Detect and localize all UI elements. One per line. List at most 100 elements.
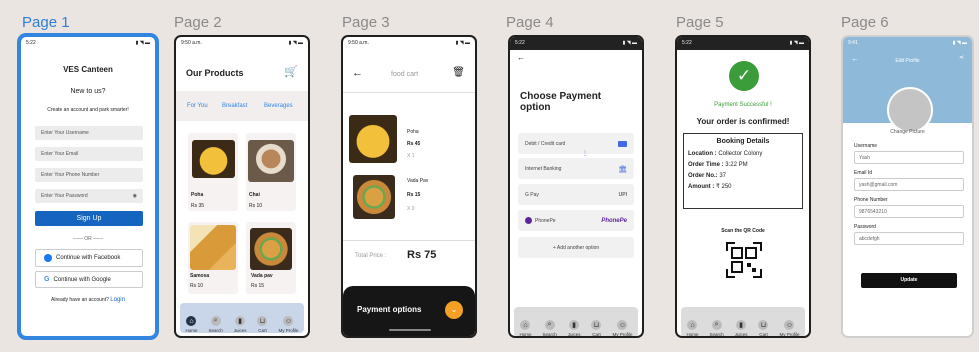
nav-cart[interactable]: ⊔ Cart <box>591 320 602 336</box>
status-time: 9:41 <box>848 40 858 46</box>
google-button[interactable]: G Continue with Google <box>35 271 143 288</box>
detail-key: Amount : <box>688 184 715 190</box>
frame-page-4[interactable]: 5:22 ▮ ◥ ▬ ← Choose Payment option Debit … <box>508 35 644 338</box>
cart-item-qty[interactable]: X 0 <box>407 206 415 212</box>
eye-icon[interactable]: ◉ <box>133 193 137 199</box>
product-price: Rs 10 <box>249 203 263 209</box>
back-arrow-icon[interactable]: ← <box>352 67 363 79</box>
status-icons: ▮ ◥ ▬ <box>135 40 150 46</box>
username-field[interactable]: Enter Your Username <box>35 126 143 140</box>
frame-page-3[interactable]: 9:50 a.m. ▮ ◥ ▬ ← food cart 🗑 Poha Rs 45 … <box>341 35 477 338</box>
phone-input[interactable]: 9876543210 <box>854 205 964 218</box>
payment-option-gpay[interactable]: G Pay UPI <box>518 184 634 205</box>
payment-option-netbanking[interactable]: Internet Banking 🏛 <box>518 158 634 179</box>
vadapav-image <box>353 175 395 219</box>
password-field[interactable]: Enter Your Password ◉ <box>35 189 143 203</box>
frame-page-1[interactable]: 5:22 ▮ ◥ ▬ VES Canteen New to us? Create … <box>19 35 157 338</box>
change-picture-link[interactable]: Change Picture <box>843 129 972 135</box>
booking-details-title: Booking Details <box>716 138 770 145</box>
option-label: PhonePe <box>535 217 556 224</box>
cart-icon: ⊔ <box>758 320 769 330</box>
payment-option-phonepe[interactable]: PhonePe PhonePe <box>518 210 634 231</box>
nav-cart[interactable]: ⊔ Cart <box>758 320 769 336</box>
nav-label: Home <box>185 328 198 333</box>
cart-icon[interactable]: 🛒 <box>284 65 298 78</box>
product-name: Poha <box>191 192 204 198</box>
status-time: 5:22 <box>26 40 36 46</box>
detail-value: Collector Colony <box>718 151 763 157</box>
order-confirmed-text: Your order is confirmed! <box>696 117 790 126</box>
status-icons: ▮ ◥ ▬ <box>789 40 804 46</box>
nav-home[interactable]: ⌂ Home <box>519 320 532 336</box>
back-arrow-icon[interactable]: ← <box>517 53 525 62</box>
trash-icon[interactable]: 🗑 <box>452 67 465 78</box>
nav-cart[interactable]: ⊔ Cart <box>257 316 268 333</box>
field-label: Phone Number <box>854 197 888 203</box>
page-label-1: Page 1 <box>22 14 70 31</box>
phonepe-logo: PhonePe <box>601 217 627 224</box>
tab-for-you[interactable]: For You <box>187 103 208 109</box>
add-payment-option[interactable]: + Add another option <box>518 237 634 258</box>
signup-tagline: Create an account and park smarter! <box>47 107 129 113</box>
nav-home[interactable]: ⌂ Home <box>686 320 699 336</box>
nav-label: Juices <box>567 332 581 337</box>
total-value: Rs 75 <box>407 249 437 261</box>
page-label-6: Page 6 <box>841 14 889 31</box>
poha-image <box>192 140 235 178</box>
phone-field[interactable]: Enter Your Phone Number <box>35 168 143 182</box>
detail-value: 37 <box>719 173 727 179</box>
avatar[interactable] <box>887 87 933 133</box>
detail-row: Order No.: 37 <box>688 171 802 182</box>
cart-item-price: Rs 45 <box>407 141 421 147</box>
cart-item-qty[interactable]: X 1 <box>407 153 415 159</box>
google-label: Continue with Google <box>53 276 111 283</box>
share-icon[interactable]: ⋖ <box>959 54 964 61</box>
payment-options-label[interactable]: Payment options <box>357 305 421 314</box>
status-time: 9:50 a.m. <box>348 40 369 46</box>
detail-key: Order No.: <box>688 173 718 179</box>
nav-search[interactable]: ⌕ Search <box>709 320 724 336</box>
or-divider: —— OR —— <box>72 236 104 242</box>
profile-icon: ☺ <box>283 316 294 326</box>
nav-juices[interactable]: ▮ Juices <box>234 316 247 333</box>
signup-button[interactable]: Sign Up <box>35 211 143 226</box>
home-indicator <box>389 329 431 331</box>
bottom-nav: ⌂ Home ⌕ Search ▮ Juices ⊔ Cart ☺ My Profile <box>514 307 638 337</box>
chai-image <box>248 140 294 182</box>
product-price: Rs 15 <box>251 283 265 289</box>
cart-icon: ⊔ <box>257 316 268 326</box>
nav-search[interactable]: ⌕ Search <box>542 320 557 337</box>
update-button[interactable]: Update <box>861 273 957 288</box>
frame-page-2[interactable]: 9:50 a.m. ▮ ◥ ▬ Our Products 🛒 For You Br… <box>174 35 310 338</box>
nav-label: My Profile <box>779 332 800 337</box>
nav-home[interactable]: ⌂ Home <box>185 316 198 333</box>
chevron-down-icon[interactable]: ⌄ <box>445 301 463 319</box>
status-icons: ▮ ◥ ▬ <box>288 40 303 46</box>
payment-success-text: Payment Successful ! <box>714 102 772 108</box>
nav-search[interactable]: ⌕ Search <box>208 316 223 333</box>
nav-profile[interactable]: ☺ My Profile <box>278 316 298 333</box>
nav-label: Search <box>542 332 557 337</box>
detail-row: Location : Collector Colony <box>688 149 802 160</box>
tab-beverages[interactable]: Beverages <box>264 103 293 109</box>
nav-profile[interactable]: ☺ My Profile <box>779 320 800 337</box>
login-link[interactable]: Login <box>110 297 125 303</box>
detail-row: Amount : ₹ 250 <box>688 182 802 193</box>
check-icon: ✓ <box>729 61 759 91</box>
tab-breakfast[interactable]: Breakfast <box>222 103 247 109</box>
facebook-button[interactable]: Continue with Facebook <box>35 249 143 267</box>
email-field[interactable]: Enter Your Email <box>35 147 143 161</box>
frame-page-5[interactable]: 5:22 ▮ ◥ ▬ ✓ Payment Successful ! Your or… <box>675 35 811 338</box>
password-input[interactable]: abcdefgh <box>854 232 964 245</box>
or-text: OR <box>84 236 92 242</box>
card-icon <box>618 140 627 147</box>
username-input[interactable]: Yash <box>854 151 964 164</box>
nav-profile[interactable]: ☺ My Profile <box>612 320 632 336</box>
email-input[interactable]: yash@gmail.com <box>854 178 964 191</box>
signup-subtitle: New to us? <box>70 88 106 95</box>
nav-juices[interactable]: ▮ Juices <box>567 320 581 337</box>
frame-page-6[interactable]: 9:41 ▮ ◥ ▬ ← Edit Profile ⋖ Change Pictur… <box>841 35 974 338</box>
nav-juices[interactable]: ▮ Juices <box>735 320 748 336</box>
poha-image <box>349 115 397 163</box>
payment-option-card[interactable]: Debit / Credit card <box>518 133 634 154</box>
